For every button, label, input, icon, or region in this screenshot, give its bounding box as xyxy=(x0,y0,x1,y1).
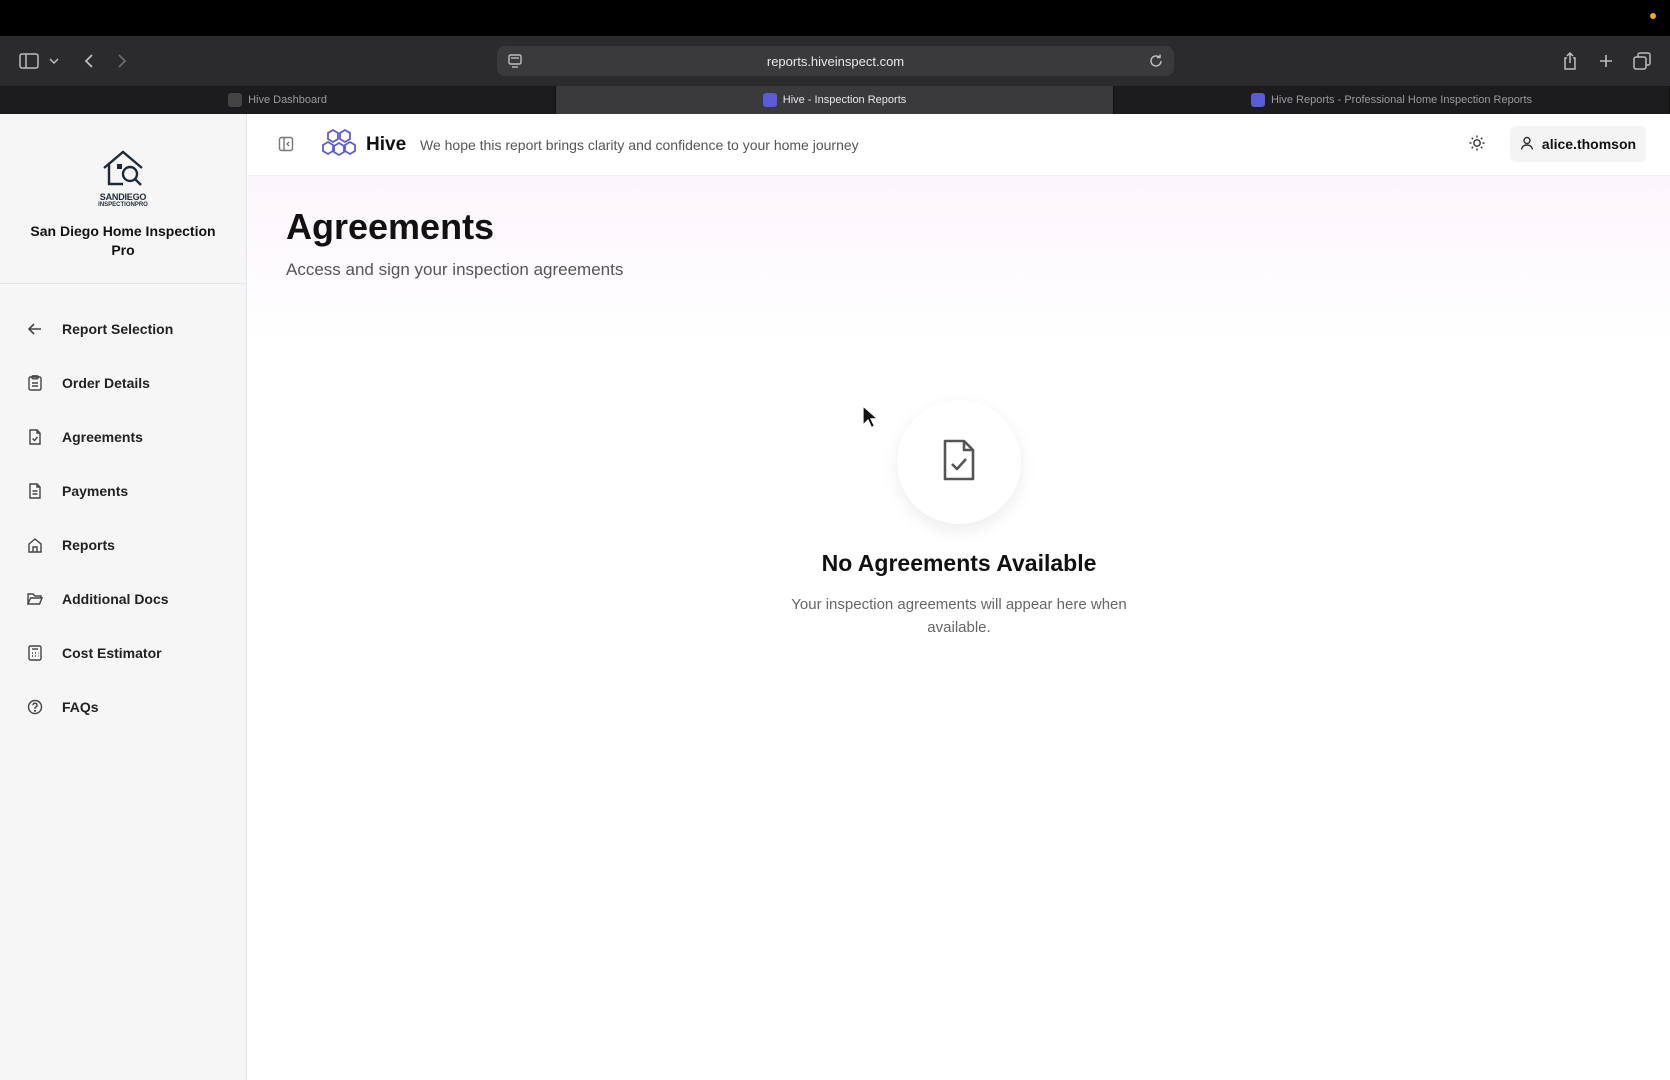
sidebar-item-agreements[interactable]: Agreements xyxy=(0,410,246,464)
back-icon[interactable] xyxy=(80,46,96,76)
empty-state-badge xyxy=(897,400,1021,524)
mouse-cursor-icon xyxy=(862,404,880,434)
logo-text-top: SANDIEGO xyxy=(99,192,147,202)
receipt-icon xyxy=(26,482,44,500)
tab-hive-dashboard[interactable]: Hive Dashboard xyxy=(0,86,556,114)
url-text: reports.hiveinspect.com xyxy=(766,53,905,69)
sidebar-item-report-selection[interactable]: Report Selection xyxy=(0,302,246,356)
user-icon xyxy=(1520,136,1534,153)
empty-state-title: No Agreements Available xyxy=(821,550,1097,576)
page-title: Agreements xyxy=(286,206,495,247)
sidebar-item-order-details[interactable]: Order Details xyxy=(0,356,246,410)
calculator-icon xyxy=(26,644,44,662)
hive-favicon-icon xyxy=(762,93,777,107)
sidebar-item-label: Agreements xyxy=(62,429,143,445)
tab-label: Hive Reports - Professional Home Inspect… xyxy=(1270,94,1533,106)
clipboard-icon xyxy=(26,374,44,392)
reload-icon[interactable] xyxy=(1148,53,1164,74)
logo-text-bottom: INSPECTIONPRO xyxy=(98,202,148,208)
tab-label: Hive Dashboard xyxy=(248,94,327,106)
tab-strip: Hive Dashboard Hive - Inspection Reports… xyxy=(0,86,1670,114)
help-circle-icon xyxy=(26,698,44,716)
page-hero: Agreements Access and sign your inspecti… xyxy=(248,176,1670,346)
dashboard-favicon-icon xyxy=(228,93,243,107)
collapse-sidebar-icon[interactable] xyxy=(278,136,294,157)
house-search-icon xyxy=(103,150,143,186)
hive-favicon-icon xyxy=(1250,93,1265,107)
tab-inspection-reports[interactable]: Hive - Inspection Reports xyxy=(556,86,1114,114)
home-icon xyxy=(26,536,44,554)
username: alice.thomson xyxy=(1541,136,1637,152)
sidebar-item-label: Additional Docs xyxy=(62,591,169,607)
sidebar-item-label: Report Selection xyxy=(62,321,174,337)
sidebar-item-payments[interactable]: Payments xyxy=(0,464,246,518)
sidebar-nav: Report Selection Order Details Agreement… xyxy=(0,284,246,734)
tab-overview-icon[interactable] xyxy=(1632,46,1652,76)
page-subtitle: Access and sign your inspection agreemen… xyxy=(286,260,624,279)
recording-indicator-icon xyxy=(1650,13,1656,19)
folder-open-icon xyxy=(26,590,44,608)
site-settings-icon[interactable] xyxy=(507,53,523,74)
file-check-icon xyxy=(26,428,44,446)
address-bar[interactable]: reports.hiveinspect.com xyxy=(497,46,1174,76)
sidebar-item-label: Payments xyxy=(62,483,129,499)
os-menu-bar xyxy=(0,0,1670,36)
sidebar-toggle-icon[interactable] xyxy=(18,46,40,76)
sidebar-item-label: Cost Estimator xyxy=(62,645,162,661)
sidebar-item-reports[interactable]: Reports xyxy=(0,518,246,572)
app-header: Hive We hope this report brings clarity … xyxy=(248,114,1670,176)
file-check-icon xyxy=(941,439,977,486)
forward-icon[interactable] xyxy=(114,46,130,76)
chevron-down-icon[interactable] xyxy=(48,46,60,76)
sidebar: SANDIEGO INSPECTIONPRO San Diego Home In… xyxy=(0,114,247,1080)
app-name: Hive xyxy=(366,134,407,155)
sidebar-item-label: Order Details xyxy=(62,375,150,391)
sidebar-item-label: FAQs xyxy=(62,699,99,715)
empty-state: No Agreements Available Your inspection … xyxy=(248,400,1670,639)
new-tab-icon[interactable] xyxy=(1596,46,1616,76)
arrow-left-icon xyxy=(26,320,44,338)
sidebar-item-additional-docs[interactable]: Additional Docs xyxy=(0,572,246,626)
company-logo: SANDIEGO INSPECTIONPRO xyxy=(92,148,154,208)
company-brand: SANDIEGO INSPECTIONPRO San Diego Home In… xyxy=(0,114,246,284)
user-menu-button[interactable]: alice.thomson xyxy=(1510,126,1646,162)
main-content: Agreements Access and sign your inspecti… xyxy=(248,176,1670,1080)
company-name: San Diego Home Inspection Pro xyxy=(30,223,216,258)
sidebar-item-faqs[interactable]: FAQs xyxy=(0,680,246,734)
header-tagline: We hope this report brings clarity and c… xyxy=(420,137,859,153)
share-icon[interactable] xyxy=(1560,46,1580,76)
tab-professional-reports[interactable]: Hive Reports - Professional Home Inspect… xyxy=(1114,86,1670,114)
browser-toolbar: reports.hiveinspect.com xyxy=(0,36,1670,86)
sidebar-item-cost-estimator[interactable]: Cost Estimator xyxy=(0,626,246,680)
hive-logo-icon[interactable] xyxy=(322,128,356,163)
empty-state-text: Your inspection agreements will appear h… xyxy=(791,596,1127,636)
sidebar-item-label: Reports xyxy=(62,537,115,553)
tab-label: Hive - Inspection Reports xyxy=(782,94,907,106)
theme-toggle-sun-icon[interactable] xyxy=(1468,134,1486,157)
